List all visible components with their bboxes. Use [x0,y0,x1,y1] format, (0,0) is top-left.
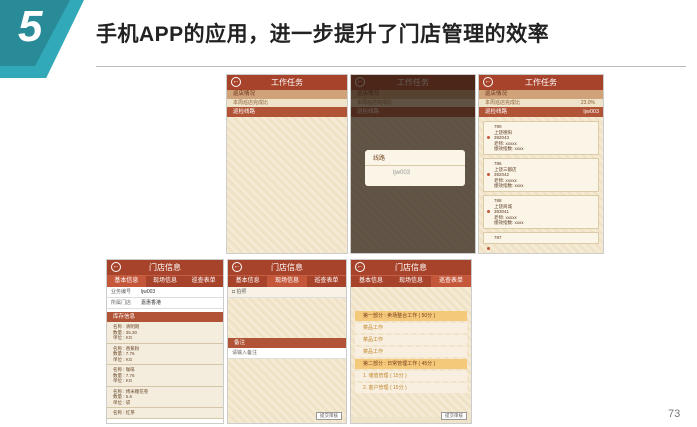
route-section[interactable]: 巡检线路 ljw003 [479,107,603,117]
route-dialog: 线路 ljw003 [365,150,465,186]
phone-work-task-1: ← 工作任务 巡店情况 本周巡店完成比 巡检线路 [226,74,348,254]
tab-bar: 基本信息 现场信息 巡查表单 [107,275,223,287]
phone-store-site: ← 门店信息 基本信息 现场信息 巡查表单 ◘ 拍照 备注 请输入备注 提交审核 [227,259,347,424]
title-divider [96,66,686,67]
slide-title: 手机APP的应用，进一步提升了门店管理的效率 [96,23,550,46]
menu-item[interactable]: 2. 客户管理 ( 15分 ) [355,383,467,393]
store-card[interactable]: 790 上饶德阳 392043 老师: xxxxx 绩效指数: xxxx [483,121,599,155]
note-header: 备注 [228,338,346,348]
app-header: ←工作任务 [479,75,603,90]
store-card[interactable]: 787 [483,231,599,250]
route-section[interactable]: 巡检线路 [227,107,347,117]
back-icon[interactable]: ← [231,77,241,87]
list-item: 名称 : 烤米糖花卷 数量 : 5.6 单位 : 袋 [107,386,223,408]
menu-item[interactable]: 菜品工作 [355,335,467,345]
inspect-section[interactable]: 巡店情况 [227,90,347,99]
list-item: 名称 : 清明期 数量 : 35.30 单位 : KG [107,322,223,344]
slide-number: 5 [18,2,43,51]
tab-basic[interactable]: 基本信息 [107,276,146,287]
page-number: 73 [668,408,681,420]
back-icon[interactable]: ← [111,262,121,272]
submit-button[interactable]: 提交审核 [441,412,467,420]
inspect-section[interactable]: 巡店情况 [479,90,603,99]
dialog-title: 线路 [365,150,465,166]
back-icon[interactable]: ← [232,262,242,272]
menu-item[interactable]: 1. 储值管理 ( 15分 ) [355,371,467,381]
back-icon[interactable]: ← [483,77,493,87]
tab-form[interactable]: 巡查表单 [184,276,223,287]
dialog-option[interactable]: ljw003 [365,166,465,180]
menu-item[interactable]: 菜品工作 [355,347,467,357]
photo-row[interactable]: ◘ 拍照 [228,287,346,298]
list-item: 名称 : 香蕉粉 数量 : 7.76 单位 : KG [107,343,223,365]
list-item: 名称 : 红茶 [107,408,223,419]
list-item: 名称 : 咖啡 数量 : 7.76 单位 : KG [107,365,223,387]
tab-site[interactable]: 现场信息 [146,276,185,287]
content-area [227,117,347,253]
store-card[interactable]: 786 上饶三都店 392042 老师: xxxxx 绩效指数: xxxx [483,157,599,192]
inspect-note: 本周巡店完成比 [233,100,269,106]
back-icon[interactable]: ← [355,262,365,272]
submit-button[interactable]: 提交审核 [316,412,342,420]
menu-item[interactable]: 菜品工作 [355,323,467,333]
store-card[interactable]: 788 上饶商城 393041 老师: xxxxx 绩效指数: xxxx [483,194,599,229]
stock-header: 库存信息 [107,312,223,322]
note-input[interactable]: 请输入备注 [228,348,346,359]
phone-store-form: ← 门店信息 基本信息 现场信息 巡查表单 第一部分 : 卖场整合工作 ( 50分 )… [350,259,472,424]
phone-work-task-2: ←工作任务 巡店情况 本周巡店完成比 巡检线路 线路 ljw003 [350,74,476,254]
phone-store-basic: ← 门店信息 基本信息 现场信息 巡查表单 业务编号 ljw003 所属门店 嘉惠香港 库… [106,259,224,424]
phone-route-list: ← 工作任务 巡店情况 本周巡店完成比 23.0% 巡检线路 ljw003 790 上饶… [478,74,604,254]
header-title: 工作任务 [271,78,303,87]
app-header: ← 工作任务 [227,75,347,90]
menu-item[interactable]: 第二部分 : 日常管理工作 ( 45分 ) [355,359,467,369]
menu-item[interactable]: 第一部分 : 卖场整合工作 ( 50分 ) [355,311,467,321]
